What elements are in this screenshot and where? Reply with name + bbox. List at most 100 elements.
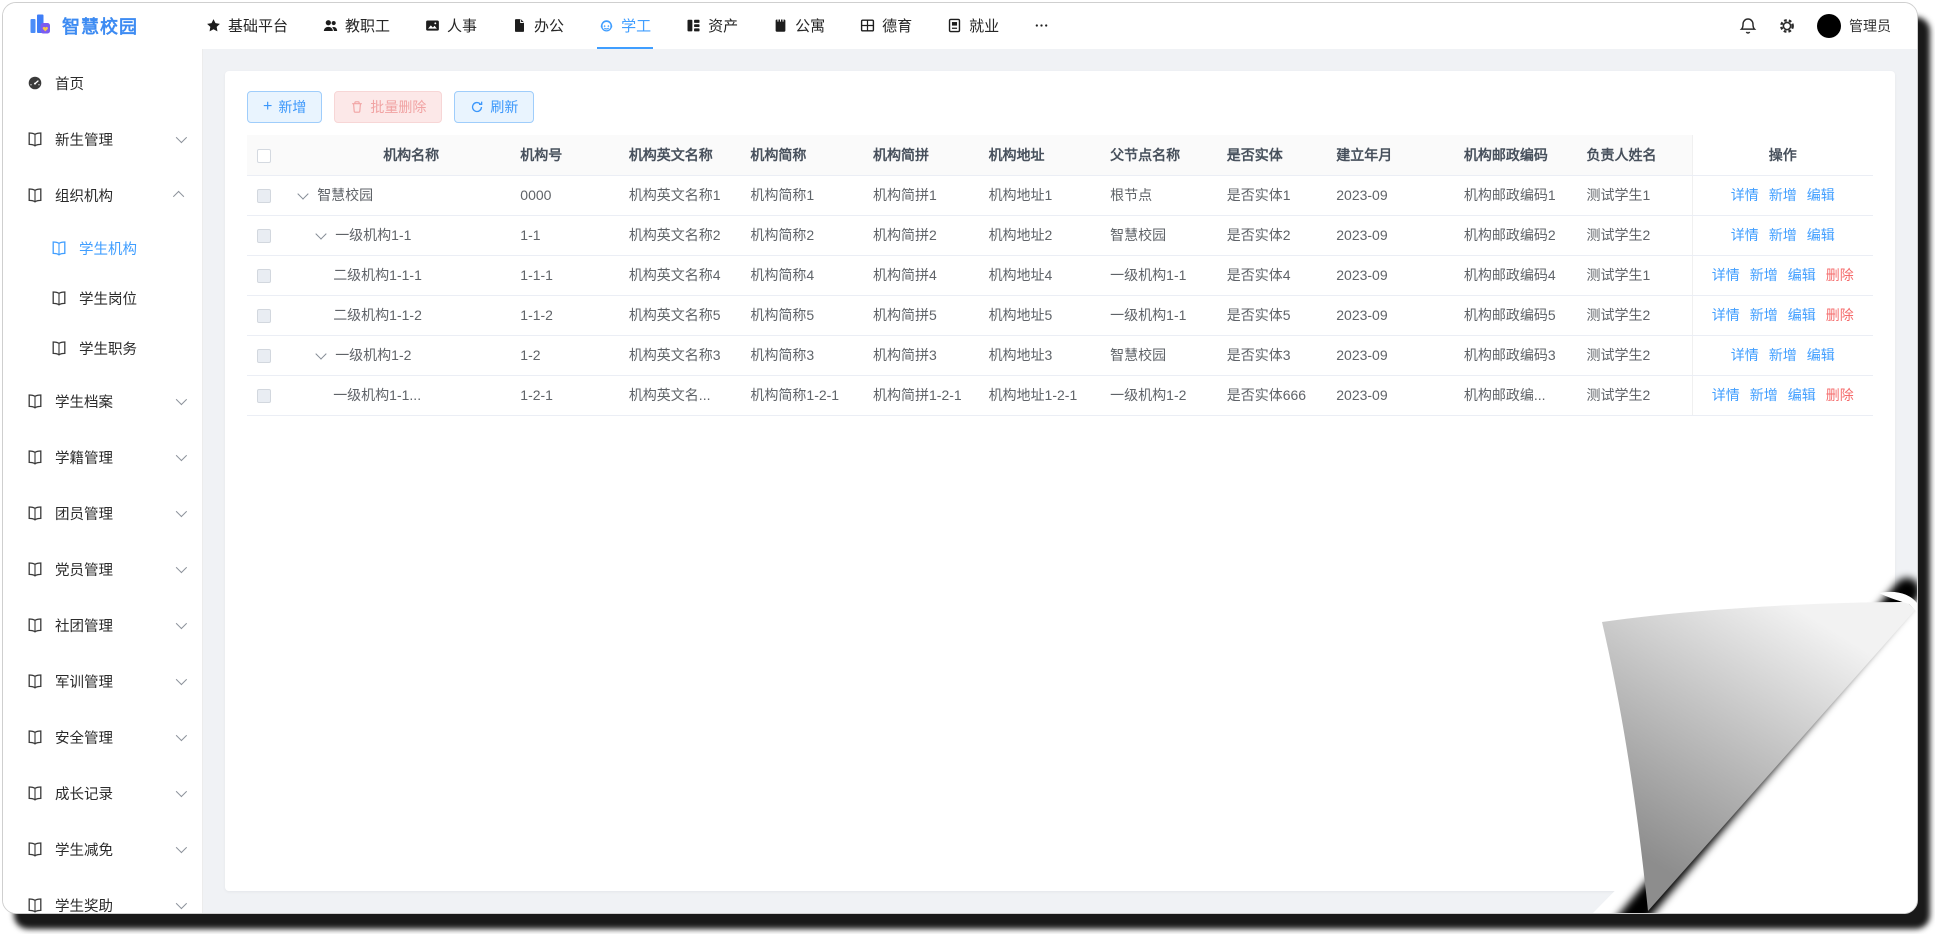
sidebar-item-party-members[interactable]: 党员管理 (3, 541, 202, 597)
book-icon (27, 187, 43, 203)
sidebar-subitem-student-org[interactable]: 学生机构 (3, 223, 202, 273)
delete-link[interactable]: 删除 (1826, 267, 1854, 283)
detail-link[interactable]: 详情 (1712, 267, 1740, 283)
sidebar-item-student-status[interactable]: 学籍管理 (3, 429, 202, 485)
chevron-down-icon (176, 618, 187, 629)
cell-org-name: 二级机构1-1-2 (287, 295, 510, 335)
assets-icon (686, 18, 701, 33)
edit-link[interactable]: 编辑 (1807, 227, 1835, 243)
sidebar-subitem-student-duty[interactable]: 学生职务 (3, 323, 202, 373)
cell-parent-node: 智慧校园 (1100, 335, 1217, 375)
nav-item-apartment[interactable]: 公寓 (771, 3, 827, 49)
user-menu[interactable]: 管理员 (1817, 14, 1891, 38)
user-name: 管理员 (1849, 16, 1891, 36)
sidebar-item-growth-records[interactable]: 成长记录 (3, 765, 202, 821)
sidebar-item-tuition-reduction[interactable]: 学生减免 (3, 821, 202, 877)
table-row: 一级机构1-2 1-2 机构英文名称3 机构简称3 机构简拼3 机构地址3 智慧… (247, 335, 1873, 375)
book-icon (27, 617, 43, 633)
row-checkbox[interactable] (257, 349, 271, 363)
sidebar-item-league-members[interactable]: 团员管理 (3, 485, 202, 541)
sidebar-label: 军训管理 (55, 671, 113, 692)
notification-bell-button[interactable] (1739, 17, 1757, 35)
top-navigation-bar: 智慧校园 基础平台 教职工 人事 办公 学工 资产 公寓 德育 就业 管理员 (3, 3, 1917, 49)
sidebar-label: 成长记录 (55, 783, 113, 804)
add-child-link[interactable]: 新增 (1750, 387, 1778, 403)
edit-link[interactable]: 编辑 (1788, 387, 1816, 403)
table-toolbar: +新增 批量删除 刷新 (247, 91, 1873, 123)
sidebar-subitem-student-post[interactable]: 学生岗位 (3, 273, 202, 323)
app-logo[interactable]: 智慧校园 (27, 11, 138, 42)
nav-item-base-platform[interactable]: 基础平台 (204, 3, 290, 49)
nav-item-moral-education[interactable]: 德育 (858, 3, 914, 49)
nav-item-staff[interactable]: 教职工 (321, 3, 392, 49)
header-org-name: 机构名称 (287, 135, 510, 175)
chevron-down-icon (176, 132, 187, 143)
nav-item-hr[interactable]: 人事 (423, 3, 479, 49)
edit-link[interactable]: 编辑 (1788, 267, 1816, 283)
nav-item-assets[interactable]: 资产 (684, 3, 740, 49)
nav-more-button[interactable] (1032, 3, 1051, 49)
sidebar-item-safety[interactable]: 安全管理 (3, 709, 202, 765)
cell-org-address: 机构地址1 (979, 175, 1101, 215)
refresh-button[interactable]: 刷新 (454, 91, 534, 123)
cell-org-en-name: 机构英文名称4 (619, 255, 741, 295)
settings-gear-button[interactable] (1778, 17, 1796, 35)
cell-parent-node: 一级机构1-1 (1100, 295, 1217, 335)
add-child-link[interactable]: 新增 (1769, 227, 1797, 243)
sidebar-item-military-training[interactable]: 军训管理 (3, 653, 202, 709)
delete-link[interactable]: 删除 (1826, 307, 1854, 323)
cell-zip-code: 机构邮政编码3 (1454, 335, 1577, 375)
detail-link[interactable]: 详情 (1712, 307, 1740, 323)
cell-org-pinyin: 机构简拼3 (863, 335, 979, 375)
row-checkbox[interactable] (257, 189, 271, 203)
batch-delete-button[interactable]: 批量删除 (334, 91, 442, 123)
row-checkbox[interactable] (257, 269, 271, 283)
photo-icon (425, 18, 440, 33)
cell-select (247, 335, 287, 375)
nav-item-student-affairs[interactable]: 学工 (597, 3, 653, 49)
sidebar-label: 学生岗位 (79, 288, 137, 309)
org-name-text: 一级机构1-1 (335, 225, 411, 245)
cell-org-pinyin: 机构简拼1-2-1 (863, 375, 979, 415)
add-button[interactable]: +新增 (247, 91, 322, 123)
sidebar-item-clubs[interactable]: 社团管理 (3, 597, 202, 653)
sidebar-item-student-aid[interactable]: 学生奖助 (3, 877, 202, 913)
nav-item-office[interactable]: 办公 (510, 3, 566, 49)
sidebar-item-student-archives[interactable]: 学生档案 (3, 373, 202, 429)
nav-label: 公寓 (795, 15, 825, 36)
detail-link[interactable]: 详情 (1731, 227, 1759, 243)
chevron-down-icon (176, 394, 187, 405)
app-window: 智慧校园 基础平台 教职工 人事 办公 学工 资产 公寓 德育 就业 管理员 首… (2, 2, 1918, 914)
edit-link[interactable]: 编辑 (1788, 307, 1816, 323)
add-child-link[interactable]: 新增 (1750, 267, 1778, 283)
sidebar-item-home[interactable]: 首页 (3, 55, 202, 111)
cell-actions: 详情新增编辑删除 (1692, 255, 1873, 295)
row-checkbox[interactable] (257, 389, 271, 403)
nav-item-employment[interactable]: 就业 (945, 3, 1001, 49)
table-row: 二级机构1-1-2 1-1-2 机构英文名称5 机构简称5 机构简拼5 机构地址… (247, 295, 1873, 335)
detail-link[interactable]: 详情 (1731, 187, 1759, 203)
cell-actions: 详情新增编辑删除 (1692, 295, 1873, 335)
detail-link[interactable]: 详情 (1731, 347, 1759, 363)
table-row: 智慧校园 0000 机构英文名称1 机构简称1 机构简拼1 机构地址1 根节点 … (247, 175, 1873, 215)
edit-link[interactable]: 编辑 (1807, 187, 1835, 203)
cell-org-abbr: 机构简称1 (740, 175, 863, 215)
expand-chevron-icon[interactable] (316, 228, 327, 239)
content-card: +新增 批量删除 刷新 机构名称 机构号 机构英文名称 机构简称 机构简拼 (225, 71, 1895, 891)
add-child-link[interactable]: 新增 (1750, 307, 1778, 323)
cell-leader-name: 测试学生2 (1576, 215, 1692, 255)
add-child-link[interactable]: 新增 (1769, 187, 1797, 203)
book-icon (27, 393, 43, 409)
expand-chevron-icon[interactable] (298, 188, 309, 199)
add-child-link[interactable]: 新增 (1769, 347, 1797, 363)
edit-link[interactable]: 编辑 (1807, 347, 1835, 363)
row-checkbox[interactable] (257, 309, 271, 323)
sidebar-item-organization[interactable]: 组织机构 (3, 167, 202, 223)
row-checkbox[interactable] (257, 229, 271, 243)
delete-link[interactable]: 删除 (1826, 387, 1854, 403)
expand-chevron-icon[interactable] (316, 348, 327, 359)
select-all-checkbox[interactable] (257, 149, 271, 163)
cell-org-en-name: 机构英文名称1 (619, 175, 741, 215)
sidebar-item-freshman[interactable]: 新生管理 (3, 111, 202, 167)
detail-link[interactable]: 详情 (1712, 387, 1740, 403)
